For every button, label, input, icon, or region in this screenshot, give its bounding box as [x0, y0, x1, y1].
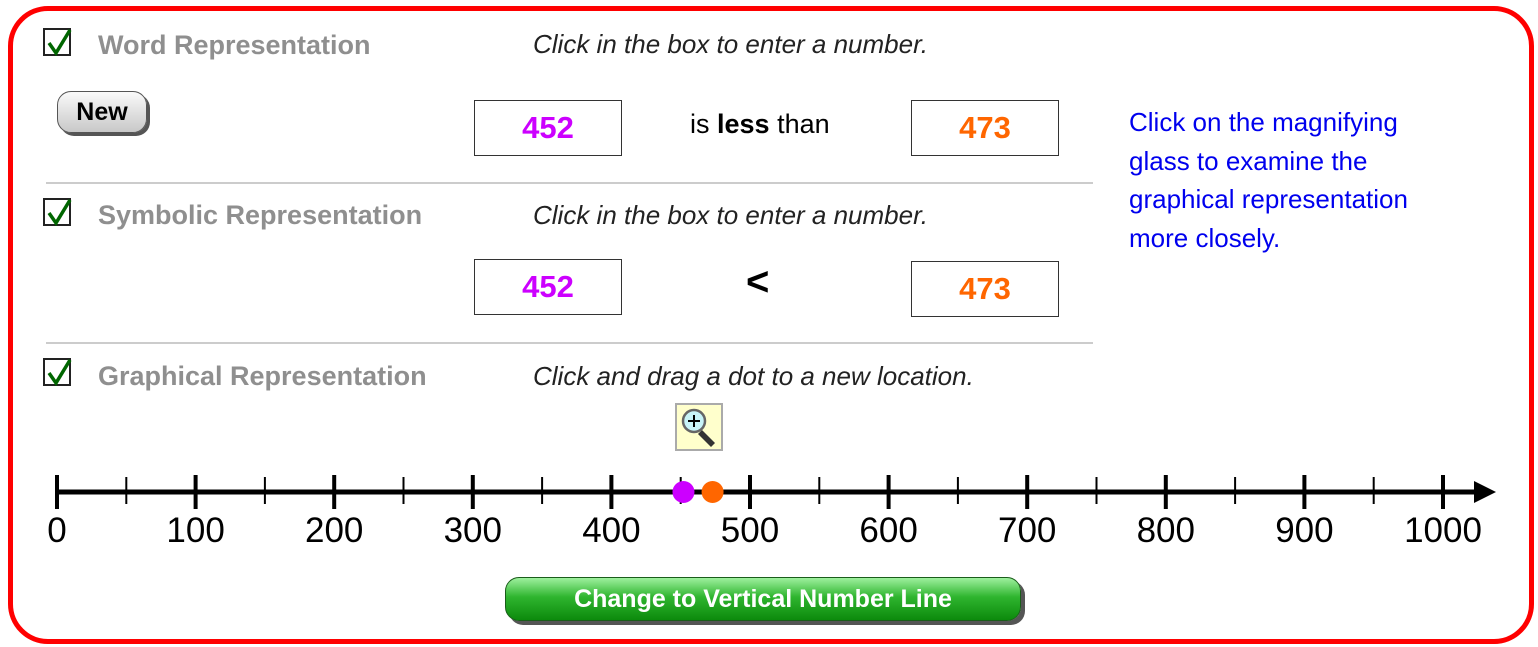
arrow-head-icon [1474, 481, 1496, 503]
tick-label: 1000 [1404, 511, 1482, 550]
word-representation-checkbox[interactable] [43, 28, 72, 56]
relation-suffix: than [777, 109, 830, 139]
word-left-number-input[interactable]: 452 [474, 100, 622, 156]
right-dot[interactable] [701, 481, 724, 503]
symbolic-left-number-input[interactable]: 452 [474, 259, 622, 315]
tick-label: 600 [859, 511, 917, 550]
checkmark-icon [47, 199, 72, 226]
tick-label: 100 [166, 511, 224, 550]
word-representation-heading: Word Representation [98, 30, 371, 60]
word-instruction: Click in the box to enter a number. [533, 29, 929, 59]
tick-label: 500 [721, 511, 779, 550]
word-right-number-input[interactable]: 473 [911, 100, 1059, 156]
graphical-instruction: Click and drag a dot to a new location. [533, 361, 974, 391]
symbolic-instruction: Click in the box to enter a number. [533, 200, 929, 230]
symbolic-right-number-input[interactable]: 473 [911, 261, 1059, 317]
graphical-representation-heading: Graphical Representation [98, 361, 427, 391]
section-divider [46, 342, 1093, 344]
number-line: 0 100 200 300 400 500 600 700 800 900 1000 [47, 475, 1496, 550]
graphical-representation-checkbox[interactable] [43, 358, 72, 386]
new-button[interactable]: New [57, 91, 147, 133]
checkmark-icon [47, 29, 72, 56]
magnifying-glass-plus-icon [681, 408, 715, 447]
relation-word: less [717, 109, 770, 139]
tick-label: 800 [1137, 511, 1195, 550]
symbolic-representation-heading: Symbolic Representation [98, 200, 423, 230]
change-to-vertical-number-line-button[interactable]: Change to Vertical Number Line [505, 577, 1021, 621]
tick-label: 700 [998, 511, 1056, 550]
tick-label: 400 [582, 511, 640, 550]
tick-label: 300 [444, 511, 502, 550]
magnifier-hint: Click on the magnifying glass to examine… [1129, 107, 1408, 253]
relation-prefix: is [690, 109, 710, 139]
tick-label: 900 [1275, 511, 1333, 550]
relation-phrase: is less than [690, 109, 830, 140]
tick-label: 200 [305, 511, 363, 550]
comparison-symbol: < [746, 260, 770, 304]
symbolic-representation-checkbox[interactable] [43, 198, 72, 226]
section-divider [46, 182, 1093, 184]
checkmark-icon [47, 359, 72, 386]
left-dot[interactable] [672, 481, 695, 503]
magnifier-button[interactable] [675, 403, 723, 451]
tick-label: 0 [47, 511, 66, 550]
